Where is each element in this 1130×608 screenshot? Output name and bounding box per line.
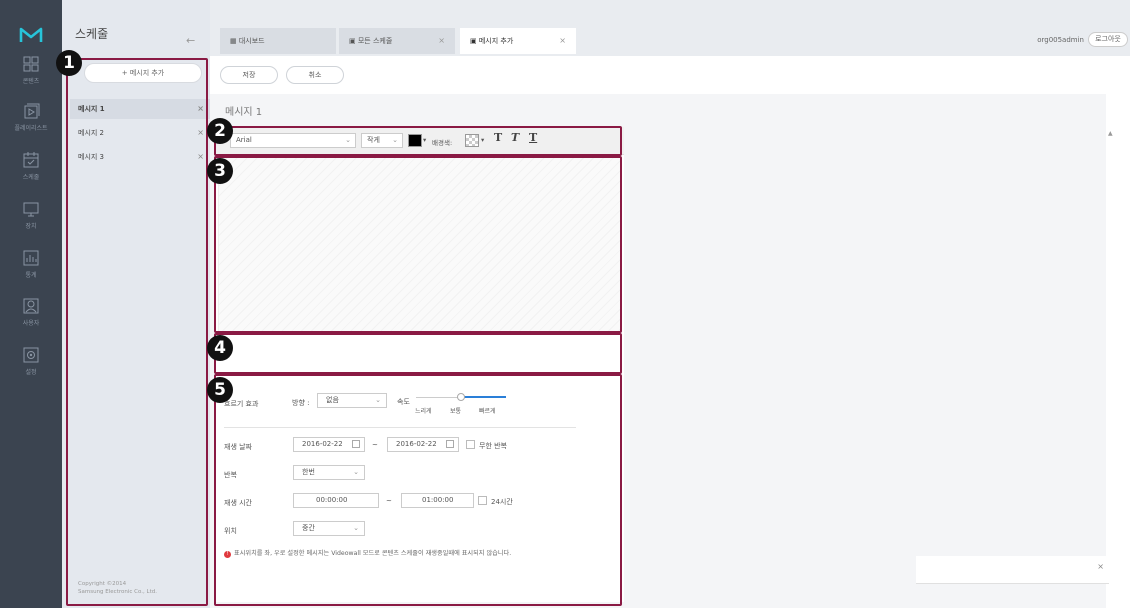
user-icon bbox=[23, 298, 39, 314]
save-button[interactable]: 저장 bbox=[220, 66, 278, 84]
magicinfo-logo-icon bbox=[19, 27, 43, 42]
nav-item-device[interactable]: 장치 bbox=[0, 200, 62, 230]
schedule-icon: ▣ bbox=[349, 37, 358, 45]
nav-item-statistics[interactable]: 통계 bbox=[0, 249, 62, 279]
nav-item-settings[interactable]: 설정 bbox=[0, 346, 62, 376]
tab-label: 메시지 추가 bbox=[478, 37, 514, 45]
content-icon bbox=[23, 56, 39, 72]
nav-item-schedule[interactable]: 스케줄 bbox=[0, 151, 62, 181]
schedule-icon bbox=[23, 152, 39, 168]
callout-badge-5: 5 bbox=[207, 377, 233, 403]
tab-add-message[interactable]: ▣ 메시지 추가 × bbox=[460, 28, 576, 54]
nav-label: 설정 bbox=[25, 369, 37, 376]
nav-label: 스케줄 bbox=[22, 174, 40, 181]
logout-button[interactable]: 로그아웃 bbox=[1088, 32, 1128, 47]
close-icon[interactable]: × bbox=[438, 28, 445, 54]
playlist-icon bbox=[24, 103, 40, 119]
device-icon bbox=[23, 202, 39, 217]
message-icon: ▣ bbox=[470, 37, 479, 45]
close-icon[interactable]: × bbox=[1097, 562, 1104, 571]
callout-badge-4: 4 bbox=[207, 335, 233, 361]
action-row: 저장 취소 bbox=[210, 56, 1130, 94]
callout-badge-1: 1 bbox=[56, 50, 82, 76]
settings-icon bbox=[23, 347, 39, 363]
callout-box-2 bbox=[214, 126, 622, 156]
callout-box-4 bbox=[214, 333, 622, 374]
statistics-icon bbox=[23, 250, 39, 266]
tab-label: 모든 스케줄 bbox=[357, 37, 393, 45]
tab-all-schedules[interactable]: ▣ 모든 스케줄 × bbox=[339, 28, 455, 54]
callout-box-5 bbox=[214, 374, 622, 606]
nav-label: 통계 bbox=[25, 272, 37, 279]
callout-box-1 bbox=[66, 58, 208, 606]
username: org005admin bbox=[1037, 36, 1084, 44]
dashboard-icon: ▦ bbox=[230, 37, 239, 45]
nav-rail: 콘텐츠 플레이리스트 스케줄 장치 통계 사용자 설정 bbox=[0, 0, 62, 608]
nav-item-content[interactable]: 콘텐츠 bbox=[0, 55, 62, 85]
back-arrow-icon[interactable]: ← bbox=[186, 34, 195, 47]
panel-title: 스케줄 bbox=[75, 27, 109, 41]
page-title: 메시지 1 bbox=[225, 107, 263, 118]
tab-bar: ▦ 대시보드 ▣ 모든 스케줄 × ▣ 메시지 추가 × org005admin… bbox=[210, 0, 1130, 56]
scroll-panel bbox=[1106, 94, 1130, 608]
message-preview: × bbox=[916, 556, 1109, 584]
callout-box-3 bbox=[214, 156, 622, 333]
tab-label: 대시보드 bbox=[238, 37, 265, 45]
nav-item-playlist[interactable]: 플레이리스트 bbox=[0, 102, 62, 132]
nav-item-user[interactable]: 사용자 bbox=[0, 297, 62, 327]
nav-label: 장치 bbox=[25, 223, 37, 230]
close-icon[interactable]: × bbox=[559, 28, 566, 54]
callout-badge-3: 3 bbox=[207, 158, 233, 184]
scroll-up-icon[interactable]: ▲ bbox=[1108, 130, 1113, 137]
cancel-button[interactable]: 취소 bbox=[286, 66, 344, 84]
tab-dashboard[interactable]: ▦ 대시보드 bbox=[220, 28, 336, 54]
nav-label: 콘텐츠 bbox=[22, 78, 40, 85]
nav-label: 플레이리스트 bbox=[14, 125, 48, 132]
callout-badge-2: 2 bbox=[207, 118, 233, 144]
nav-label: 사용자 bbox=[22, 320, 40, 327]
